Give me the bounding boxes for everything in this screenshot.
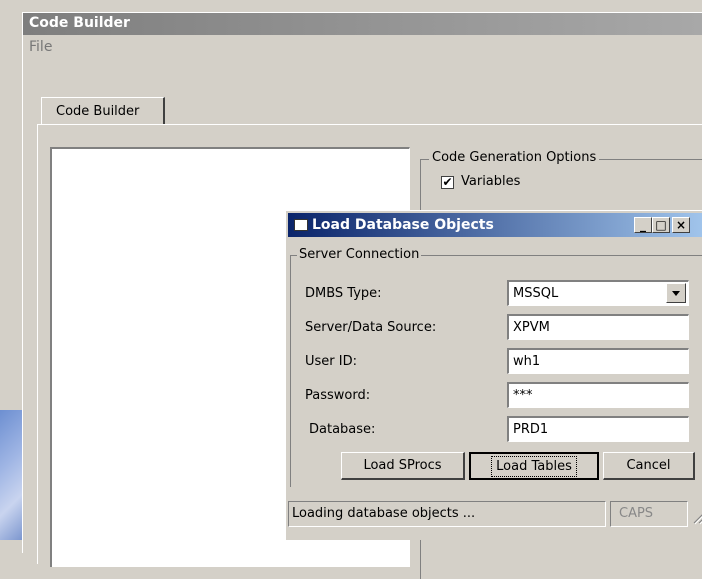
main-window-title: Code Builder [29,15,130,31]
server-connection-group: Server Connection DMBS Type: MSSQL Serve… [290,247,702,487]
dmbs-type-select[interactable]: MSSQL [507,280,689,306]
database-label: Database: [309,422,376,437]
server-connection-legend: Server Connection [297,247,422,262]
caps-indicator: CAPS [610,501,688,527]
load-tables-button[interactable]: Load Tables [469,452,599,480]
chevron-down-icon[interactable] [666,283,686,303]
close-button[interactable]: × [672,217,690,233]
variables-label[interactable]: Variables [461,174,520,189]
server-data-source-input[interactable]: XPVM [507,314,689,340]
password-value: *** [513,388,533,403]
status-text: Loading database objects ... [288,501,606,527]
load-tables-label: Load Tables [491,456,577,477]
dialog-title-bar[interactable]: Load Database Objects _ □ × [288,213,702,237]
desktop-wallpaper [0,410,22,540]
load-sprocs-button[interactable]: Load SProcs [341,452,465,480]
database-value: PRD1 [513,422,549,437]
tab-code-builder[interactable]: Code Builder [41,97,165,125]
checkmark-icon: ✔ [442,175,453,189]
database-input[interactable]: PRD1 [507,416,689,442]
password-input[interactable]: *** [507,382,689,408]
load-database-objects-dialog: Load Database Objects _ □ × Server Conne… [285,210,702,540]
server-data-source-value: XPVM [513,320,550,335]
variables-checkbox[interactable]: ✔ [441,176,454,189]
window-app-icon [294,219,308,231]
user-id-value: wh1 [513,354,541,369]
code-generation-options-legend: Code Generation Options [429,150,600,165]
dmbs-type-value: MSSQL [513,286,559,301]
dmbs-type-label: DMBS Type: [305,286,382,301]
user-id-input[interactable]: wh1 [507,348,689,374]
cancel-button[interactable]: Cancel [603,452,695,480]
status-bar: Loading database objects ... CAPS [288,501,702,527]
dialog-title: Load Database Objects [312,217,494,233]
user-id-label: User ID: [305,354,357,369]
tab-label: Code Builder [56,104,140,119]
menu-file[interactable]: File [29,39,52,55]
password-label: Password: [305,388,371,403]
resize-grip-icon[interactable] [690,509,702,525]
minimize-button[interactable]: _ [634,217,652,233]
server-data-source-label: Server/Data Source: [305,320,437,335]
main-title-bar[interactable]: Code Builder [23,13,702,35]
maximize-button[interactable]: □ [652,217,670,233]
